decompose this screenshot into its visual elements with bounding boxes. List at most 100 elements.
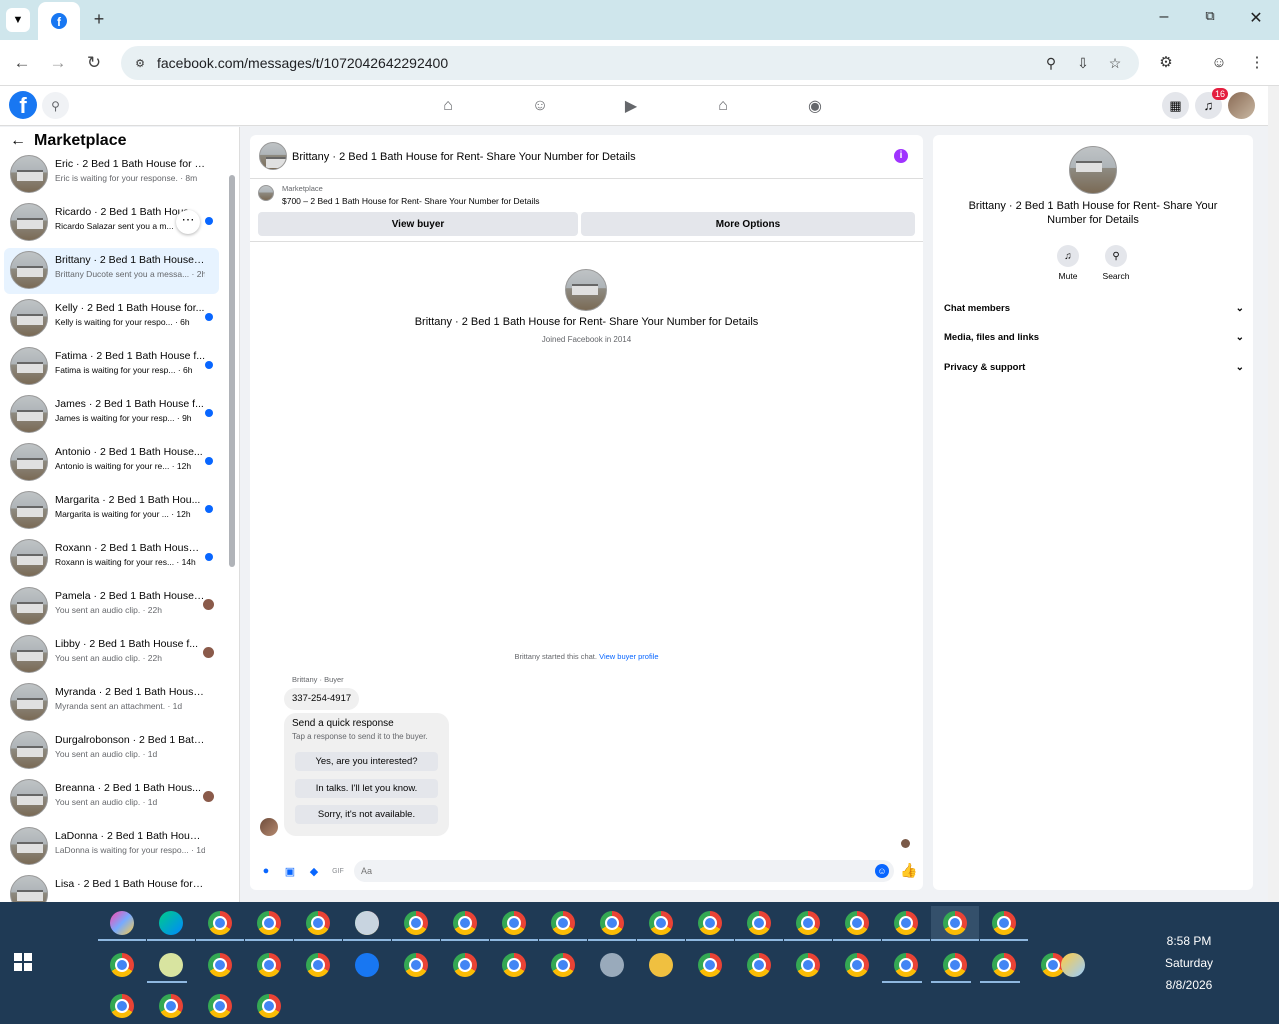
conversation-item[interactable]: Breanna · 2 Bed 1 Bath Hous... You sent a…: [4, 776, 219, 822]
zoom-icon[interactable]: ⚲: [1040, 52, 1062, 74]
restore-button[interactable]: ⧉: [1196, 8, 1224, 24]
chrome-icon[interactable]: [747, 953, 771, 977]
facebook-logo-icon[interactable]: f: [9, 91, 37, 119]
emoji-icon[interactable]: ☺: [875, 864, 889, 878]
photos-icon[interactable]: [600, 953, 624, 977]
conversation-item[interactable]: Ricardo · 2 Bed 1 Bath Hous Ricardo Salaz…: [4, 200, 219, 246]
conversation-item[interactable]: Durgalrobonson · 2 Bed 1 Bath ... You sen…: [4, 728, 219, 774]
system-tray-chevron-icon[interactable]: [1104, 953, 1128, 977]
conversation-item[interactable]: Lisa · 2 Bed 1 Bath House for R...: [4, 872, 219, 902]
thumbs-up-icon[interactable]: 👍: [900, 862, 917, 879]
chrome-icon[interactable]: [110, 953, 134, 977]
chrome-icon[interactable]: [208, 994, 232, 1018]
bell-icon[interactable]: ♫: [1057, 245, 1079, 267]
conversation-item[interactable]: LaDonna · 2 Bed 1 Bath House f... LaDonna…: [4, 824, 219, 870]
groups-icon[interactable]: ◉: [802, 94, 828, 118]
chat-members-section[interactable]: Chat members ⌄: [944, 303, 1244, 323]
quick-reply-button[interactable]: Sorry, it's not available.: [295, 805, 438, 824]
profile-icon[interactable]: ☺: [1207, 50, 1231, 74]
chrome-menu-icon[interactable]: ⋮: [1245, 50, 1269, 74]
chrome-icon[interactable]: [698, 911, 722, 935]
new-tab-button[interactable]: +: [88, 8, 110, 30]
chrome-icon[interactable]: [796, 911, 820, 935]
chrome-icon[interactable]: [747, 911, 771, 935]
facebook-app-icon[interactable]: [355, 953, 379, 977]
search-action[interactable]: ⚲ Search: [1096, 245, 1136, 281]
chrome-icon[interactable]: [796, 953, 820, 977]
back-arrow-icon[interactable]: ←: [10, 132, 26, 150]
chrome-icon[interactable]: [306, 911, 330, 935]
copilot-icon[interactable]: [110, 911, 134, 935]
view-buyer-button[interactable]: View buyer: [258, 212, 578, 236]
url-text[interactable]: facebook.com/messages/t/1072042642292400: [157, 55, 448, 71]
search-icon[interactable]: ⚲: [42, 92, 69, 119]
chrome-icon[interactable]: [551, 953, 575, 977]
chrome-icon[interactable]: [404, 911, 428, 935]
list-scrollbar[interactable]: [229, 175, 235, 567]
conversation-item[interactable]: Libby · 2 Bed 1 Bath House f... You sent …: [4, 632, 219, 678]
chrome-icon[interactable]: [453, 953, 477, 977]
conversation-item[interactable]: Brittany · 2 Bed 1 Bath House f... Britta…: [4, 248, 219, 294]
more-options-icon[interactable]: ⋯: [176, 210, 200, 234]
clock-day[interactable]: Saturday: [1149, 956, 1229, 970]
clock-date[interactable]: 8/8/2026: [1149, 978, 1229, 992]
chrome-icon[interactable]: [257, 953, 281, 977]
chrome-icon[interactable]: [943, 953, 967, 977]
conversation-item[interactable]: Eric · 2 Bed 1 Bath House for Re... Eric …: [4, 152, 219, 198]
info-icon[interactable]: i: [894, 149, 908, 163]
chrome-icon[interactable]: [992, 953, 1016, 977]
extensions-icon[interactable]: ⚙: [1154, 50, 1178, 74]
chrome-icon[interactable]: [845, 953, 869, 977]
chrome-icon[interactable]: [943, 911, 967, 935]
desktop-app-icon[interactable]: [355, 911, 379, 935]
chrome-icon[interactable]: [208, 911, 232, 935]
install-app-icon[interactable]: ⇩: [1072, 52, 1094, 74]
bookmark-star-icon[interactable]: ☆: [1104, 52, 1126, 74]
close-window-button[interactable]: ✕: [1242, 8, 1270, 28]
chrome-icon[interactable]: [894, 953, 918, 977]
conversation-item[interactable]: Roxann · 2 Bed 1 Bath House ... Roxann is…: [4, 536, 219, 582]
site-info-icon[interactable]: ⚙: [129, 52, 151, 74]
conversation-item[interactable]: Margarita · 2 Bed 1 Bath Hou... Margarita…: [4, 488, 219, 534]
chrome-icon[interactable]: [649, 911, 673, 935]
quick-reply-button[interactable]: In talks. I'll let you know.: [295, 779, 438, 798]
minimize-button[interactable]: –: [1150, 8, 1178, 26]
file-explorer-icon[interactable]: [649, 953, 673, 977]
chrome-icon[interactable]: [404, 953, 428, 977]
quick-reply-button[interactable]: Yes, are you interested?: [295, 752, 438, 771]
home-icon[interactable]: ⌂: [435, 94, 461, 118]
notification-center-icon[interactable]: [1233, 953, 1257, 977]
microphone-icon[interactable]: ●: [259, 864, 273, 878]
search-icon[interactable]: ⚲: [1105, 245, 1127, 267]
notepad-icon[interactable]: [159, 953, 183, 977]
tab-search-button[interactable]: ▼: [6, 8, 30, 32]
media-files-links-section[interactable]: Media, files and links ⌄: [944, 332, 1244, 352]
photo-icon[interactable]: ▣: [283, 864, 297, 878]
chrome-icon[interactable]: [257, 994, 281, 1018]
chrome-icon[interactable]: [600, 911, 624, 935]
reload-button[interactable]: ↻: [81, 50, 107, 76]
chrome-icon[interactable]: [502, 911, 526, 935]
chrome-icon[interactable]: [208, 953, 232, 977]
chrome-icon[interactable]: [894, 911, 918, 935]
chrome-icon[interactable]: [502, 953, 526, 977]
mute-action[interactable]: ♫ Mute: [1048, 245, 1088, 281]
omnibox[interactable]: ⚙ facebook.com/messages/t/10720426422924…: [121, 46, 1139, 80]
chrome-icon[interactable]: [845, 911, 869, 935]
chrome-icon[interactable]: [306, 953, 330, 977]
chrome-icon[interactable]: [698, 953, 722, 977]
tab-facebook[interactable]: f: [38, 2, 80, 40]
page-scrollbar[interactable]: [1268, 86, 1279, 902]
conversation-item[interactable]: James · 2 Bed 1 Bath House f... James is …: [4, 392, 219, 438]
privacy-support-section[interactable]: Privacy & support ⌄: [944, 362, 1244, 382]
chrome-icon[interactable]: [159, 994, 183, 1018]
gif-icon[interactable]: GIF: [331, 864, 345, 878]
conversation-item[interactable]: Fatima · 2 Bed 1 Bath House f... Fatima i…: [4, 344, 219, 390]
listing-price-title[interactable]: $700 – 2 Bed 1 Bath House for Rent- Shar…: [282, 196, 540, 206]
chrome-icon[interactable]: [110, 994, 134, 1018]
view-buyer-profile-link[interactable]: View buyer profile: [599, 652, 658, 661]
account-avatar[interactable]: [1228, 92, 1255, 119]
conversation-item[interactable]: Myranda · 2 Bed 1 Bath House f... Myranda…: [4, 680, 219, 726]
friends-icon[interactable]: ☺: [527, 94, 553, 118]
message-composer[interactable]: ☺: [354, 860, 894, 882]
